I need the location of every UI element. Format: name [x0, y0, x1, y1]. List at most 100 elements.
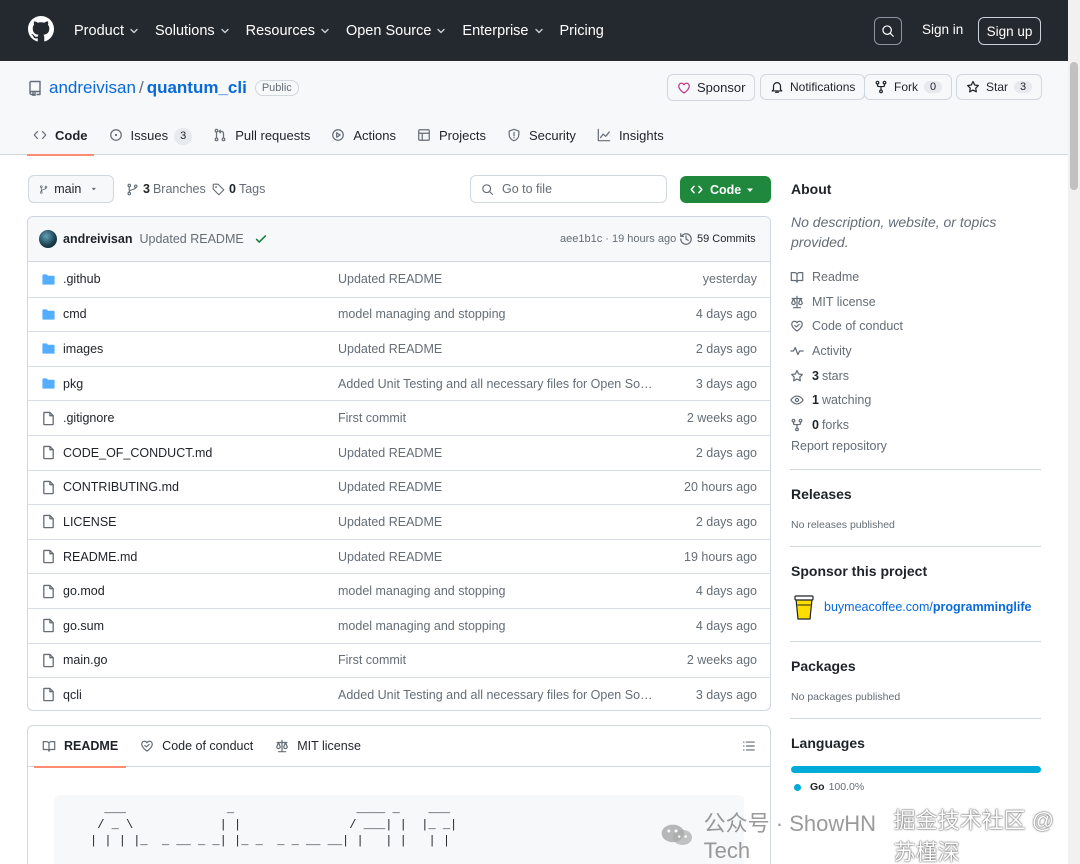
nav-resources[interactable]: Resources — [246, 23, 330, 39]
report-repository-link[interactable]: Report repository — [791, 439, 887, 453]
code-button[interactable]: Code — [680, 176, 771, 203]
nav-product[interactable]: Product — [74, 23, 139, 39]
file-name-link[interactable]: go.mod — [63, 584, 105, 598]
code-of-conduct-link[interactable]: Code of conduct — [790, 314, 903, 339]
tab-security[interactable]: Security — [501, 124, 582, 155]
github-logo-icon[interactable] — [28, 16, 54, 42]
file-commit-message[interactable]: First commit — [338, 653, 656, 667]
forks-link[interactable]: 0 forks — [790, 413, 903, 438]
repo-owner-link[interactable]: andreivisan — [49, 78, 136, 98]
commit-message[interactable]: Updated README — [139, 232, 243, 246]
commit-author[interactable]: andreivisan — [63, 232, 132, 246]
file-name-link[interactable]: CONTRIBUTING.md — [63, 480, 179, 494]
sponsor-button[interactable]: Sponsor — [667, 74, 756, 101]
sign-up-button[interactable]: Sign up — [978, 17, 1041, 45]
avatar[interactable] — [39, 230, 57, 248]
stars-link[interactable]: 3 stars — [790, 363, 903, 388]
file-row[interactable]: .gitignore First commit 2 weeks ago — [28, 400, 770, 435]
file-commit-message[interactable]: Updated README — [338, 342, 656, 356]
file-name-link[interactable]: CODE_OF_CONDUCT.md — [63, 446, 212, 460]
commits-history-link[interactable]: 59 Commits — [679, 232, 756, 246]
check-icon[interactable] — [254, 232, 268, 246]
file-row[interactable]: README.md Updated README 19 hours ago — [28, 538, 770, 574]
file-row[interactable]: LICENSE Updated README 2 days ago — [28, 504, 770, 539]
file-commit-message[interactable]: Updated README — [338, 515, 656, 529]
tab-projects[interactable]: Projects — [411, 124, 492, 155]
sign-in-link[interactable]: Sign in — [922, 22, 963, 37]
file-name-link[interactable]: qcli — [63, 688, 82, 702]
star-button[interactable]: Star 3 — [956, 74, 1043, 100]
file-row[interactable]: go.sum model managing and stopping 4 days … — [28, 607, 770, 643]
readme-tab-license[interactable]: MIT license — [267, 726, 369, 767]
file-name-link[interactable]: go.sum — [63, 619, 104, 633]
branches-link[interactable]: 3 Branches — [126, 182, 206, 196]
commit-sha-time[interactable]: aee1b1c · 19 hours ago — [560, 233, 676, 245]
file-commit-message[interactable]: model managing and stopping — [338, 584, 656, 598]
file-name-link[interactable]: LICENSE — [63, 515, 117, 529]
nav-open-source[interactable]: Open Source — [346, 23, 446, 39]
activity-link[interactable]: Activity — [790, 339, 903, 364]
file-name-link[interactable]: pkg — [63, 377, 83, 391]
notifications-button[interactable]: Notifications — [760, 74, 866, 100]
file-name-link[interactable]: .github — [63, 272, 101, 286]
file-name-link[interactable]: images — [63, 342, 103, 356]
file-commit-message[interactable]: Updated README — [338, 480, 656, 494]
language-go[interactable]: Go 100.0% — [794, 781, 864, 793]
issues-count: 3 — [174, 128, 193, 145]
go-to-file-input[interactable]: Go to file — [470, 175, 667, 203]
license-link[interactable]: MIT license — [790, 290, 903, 315]
readme-tab-readme[interactable]: README — [34, 726, 127, 768]
tab-actions[interactable]: Actions — [325, 124, 402, 155]
file-row[interactable]: cmd model managing and stopping 4 days ago — [28, 296, 770, 332]
tab-issues[interactable]: Issues 3 — [103, 124, 199, 155]
file-commit-message[interactable]: model managing and stopping — [338, 619, 656, 633]
nav-enterprise[interactable]: Enterprise — [462, 23, 543, 39]
code-of-conduct-icon — [791, 321, 803, 333]
watching-link[interactable]: 1 watching — [790, 388, 903, 413]
file-commit-message[interactable]: Updated README — [338, 446, 656, 460]
code-icon — [33, 130, 47, 140]
file-row[interactable]: images Updated README 2 days ago — [28, 331, 770, 366]
nav-solutions[interactable]: Solutions — [155, 23, 230, 39]
file-commit-message[interactable]: Updated README — [338, 550, 656, 564]
file-commit-message[interactable]: Added Unit Testing and all necessary fil… — [338, 688, 656, 702]
file-row[interactable]: qcli Added Unit Testing and all necessary… — [28, 677, 770, 710]
packages-note: No packages published — [791, 691, 901, 703]
file-row[interactable]: main.go First commit 2 weeks ago — [28, 642, 770, 678]
search-button[interactable] — [874, 17, 902, 45]
page-scrollbar[interactable] — [1068, 0, 1080, 864]
file-row[interactable]: .github Updated README yesterday — [28, 262, 770, 297]
file-name-link[interactable]: cmd — [63, 307, 87, 321]
nav-pricing[interactable]: Pricing — [560, 23, 604, 39]
file-commit-message[interactable]: Updated README — [338, 272, 656, 286]
buymeacoffee-link[interactable]: buymeacoffee.com/programminglife — [824, 600, 1031, 614]
nav-label: Product — [74, 22, 124, 39]
readme-link[interactable]: Readme — [790, 265, 903, 290]
sidebar-divider — [790, 641, 1041, 642]
file-name-link[interactable]: main.go — [63, 653, 107, 667]
tags-link[interactable]: 0 Tags — [212, 182, 265, 196]
packages-heading[interactable]: Packages — [791, 658, 856, 674]
tab-code[interactable]: Code — [27, 124, 94, 156]
file-name-link[interactable]: README.md — [63, 550, 137, 564]
fork-button[interactable]: Fork 0 — [864, 74, 953, 100]
tab-insights[interactable]: Insights — [591, 124, 670, 155]
outline-list-icon[interactable] — [742, 739, 756, 753]
file-commit-message[interactable]: Added Unit Testing and all necessary fil… — [338, 377, 656, 391]
readme-tab-code-of-conduct[interactable]: Code of conduct — [132, 726, 261, 767]
file-row[interactable]: CODE_OF_CONDUCT.md Updated README 2 days a… — [28, 434, 770, 470]
nav-label: Open Source — [345, 22, 432, 39]
branch-selector[interactable]: main — [28, 175, 114, 203]
scrollbar-thumb[interactable] — [1070, 62, 1078, 190]
releases-heading[interactable]: Releases — [791, 486, 852, 502]
file-row[interactable]: CONTRIBUTING.md Updated README 20 hours ag… — [28, 469, 770, 505]
file-row[interactable]: go.mod model managing and stopping 4 days … — [28, 573, 770, 608]
file-commit-date: yesterday — [702, 272, 757, 287]
tab-pull-requests[interactable]: Pull requests — [207, 124, 316, 155]
file-commit-message[interactable]: First commit — [338, 411, 656, 425]
repo-name-link[interactable]: quantum_cli — [147, 78, 247, 98]
file-commit-message[interactable]: model managing and stopping — [338, 307, 656, 321]
top-nav: Product Solutions Resources Open Source … — [74, 0, 620, 61]
file-row[interactable]: pkg Added Unit Testing and all necessary … — [28, 365, 770, 401]
file-name-link[interactable]: .gitignore — [63, 411, 114, 425]
